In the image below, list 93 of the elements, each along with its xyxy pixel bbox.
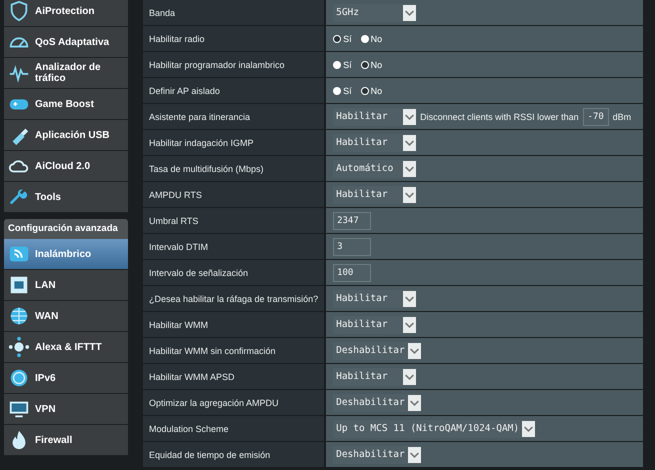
- setting-label: Habilitar radio: [143, 26, 326, 52]
- dropdown[interactable]: Habilitar: [333, 186, 416, 204]
- setting-label: Optimizar la agregación AMPDU: [143, 390, 326, 416]
- chevron-down-icon: [403, 290, 416, 306]
- rssi-description: Disconnect clients with RSSI lower than: [420, 112, 579, 122]
- sidebar-item-label: IPv6: [35, 372, 56, 384]
- sidebar-item[interactable]: Aplicación USB: [4, 120, 128, 151]
- network-port-icon: [8, 274, 30, 296]
- section-header: Configuración avanzada: [4, 219, 128, 239]
- hub-icon: [8, 336, 30, 358]
- sidebar-item-label: AiProtection: [35, 6, 94, 16]
- radio-label: No: [370, 60, 382, 70]
- chevron-down-icon: [403, 160, 416, 176]
- dropdown[interactable]: Habilitar: [333, 290, 416, 308]
- radio-button[interactable]: No: [360, 86, 382, 96]
- setting-label: Intervalo DTIM: [143, 234, 326, 260]
- chevron-down-icon: [403, 4, 416, 20]
- radio-button[interactable]: No: [360, 34, 382, 44]
- sidebar-item[interactable]: Game Boost: [4, 89, 128, 120]
- sidebar-item[interactable]: Inalámbrico: [4, 239, 128, 270]
- chevron-down-icon: [403, 368, 416, 384]
- shield-icon: [8, 0, 30, 22]
- input-field[interactable]: -70: [582, 108, 609, 126]
- sidebar-item[interactable]: WAN: [4, 301, 128, 332]
- dropdown[interactable]: Deshabilitar: [333, 446, 421, 464]
- setting-label: Habilitar WMM sin confirmación: [143, 338, 326, 364]
- radio-label: Sí: [343, 34, 352, 44]
- input-field[interactable]: 3: [333, 238, 372, 256]
- sidebar-item[interactable]: QoS Adaptativa: [4, 27, 128, 58]
- input-field[interactable]: 100: [333, 264, 372, 282]
- chevron-down-icon: [408, 394, 421, 410]
- sidebar-item[interactable]: Firewall: [4, 425, 128, 456]
- setting-label: Banda: [143, 0, 326, 26]
- radio-button[interactable]: Sí: [333, 60, 352, 70]
- dropdown[interactable]: Up to MCS 11 (NitroQAM/1024-QAM): [333, 420, 536, 438]
- sidebar-item-label: Game Boost: [35, 98, 94, 110]
- radio-label: Sí: [343, 86, 352, 96]
- radio-button[interactable]: Sí: [333, 86, 352, 96]
- sidebar-item-label: VPN: [35, 404, 56, 414]
- dropdown[interactable]: Habilitar: [333, 134, 416, 152]
- setting-label: Tasa de multidifusión (Mbps): [143, 156, 326, 182]
- radio-label: No: [370, 86, 382, 96]
- unit-label: dBm: [612, 112, 632, 122]
- setting-label: Equidad de tiempo de emisión: [143, 442, 326, 468]
- sidebar-item-label: Firewall: [35, 434, 72, 446]
- sidebar-item[interactable]: AiProtection: [4, 0, 128, 27]
- chevron-down-icon: [403, 316, 416, 332]
- dropdown[interactable]: Habilitar: [333, 368, 416, 386]
- setting-label: ¿Desea habilitar la ráfaga de transmisión?: [143, 286, 326, 312]
- dropdown[interactable]: Habilitar: [333, 316, 416, 334]
- radio-label: Sí: [343, 60, 352, 70]
- radio-button[interactable]: No: [360, 60, 382, 70]
- sidebar-item-label: Tools: [35, 192, 61, 202]
- chevron-down-icon: [403, 108, 416, 124]
- sidebar-item[interactable]: Tools: [4, 182, 128, 213]
- setting-label: AMPDU RTS: [143, 182, 326, 208]
- setting-label: Definir AP aislado: [143, 78, 326, 104]
- sidebar-item[interactable]: AiCloud 2.0: [4, 151, 128, 182]
- sidebar-item[interactable]: IPv6: [4, 363, 128, 394]
- dropdown[interactable]: 5GHz: [333, 4, 416, 22]
- chevron-down-icon: [403, 186, 416, 202]
- sidebar-item-label: AiCloud 2.0: [35, 160, 90, 172]
- sidebar-item[interactable]: VPN: [4, 394, 128, 425]
- dropdown[interactable]: Deshabilitar: [333, 394, 421, 412]
- sidebar-item-label: QoS Adaptativa: [35, 36, 110, 48]
- sidebar-item-label: Aplicación USB: [35, 130, 110, 140]
- sidebar-item[interactable]: LAN: [4, 270, 128, 301]
- setting-label: Asistente para itinerancia: [143, 104, 326, 130]
- setting-label: Habilitar WMM: [143, 312, 326, 338]
- sidebar-item-label: LAN: [35, 280, 56, 290]
- radio-label: No: [370, 34, 382, 44]
- dropdown[interactable]: Habilitar: [333, 108, 416, 126]
- chevron-down-icon: [408, 446, 421, 462]
- setting-label: Modulation Scheme: [143, 416, 326, 442]
- globe-icon: [8, 305, 30, 327]
- sidebar-item-label: Inalámbrico: [35, 248, 92, 260]
- chevron-down-icon: [522, 420, 536, 436]
- dropdown[interactable]: Deshabilitar: [333, 342, 421, 360]
- setting-label: Habilitar indagación IGMP: [143, 130, 326, 156]
- sidebar-item-label: WAN: [35, 310, 58, 322]
- setting-label: Habilitar WMM APSD: [143, 364, 326, 390]
- sidebar-item-label: Analizador de tráfico: [35, 62, 102, 84]
- setting-label: Habilitar programador inalambrico: [143, 52, 326, 78]
- setting-label: Intervalo de señalización: [143, 260, 326, 286]
- sidebar-item[interactable]: Analizador de tráfico: [4, 58, 128, 89]
- input-field[interactable]: 2347: [333, 212, 372, 230]
- radio-button[interactable]: Sí: [333, 34, 352, 44]
- chevron-down-icon: [403, 134, 416, 150]
- dropdown[interactable]: Automático: [333, 160, 416, 178]
- chevron-down-icon: [408, 342, 421, 358]
- sidebar-item-label: Alexa & IFTTT: [35, 342, 102, 352]
- setting-label: Umbral RTS: [143, 208, 326, 234]
- sidebar-item[interactable]: Alexa & IFTTT: [4, 332, 128, 363]
